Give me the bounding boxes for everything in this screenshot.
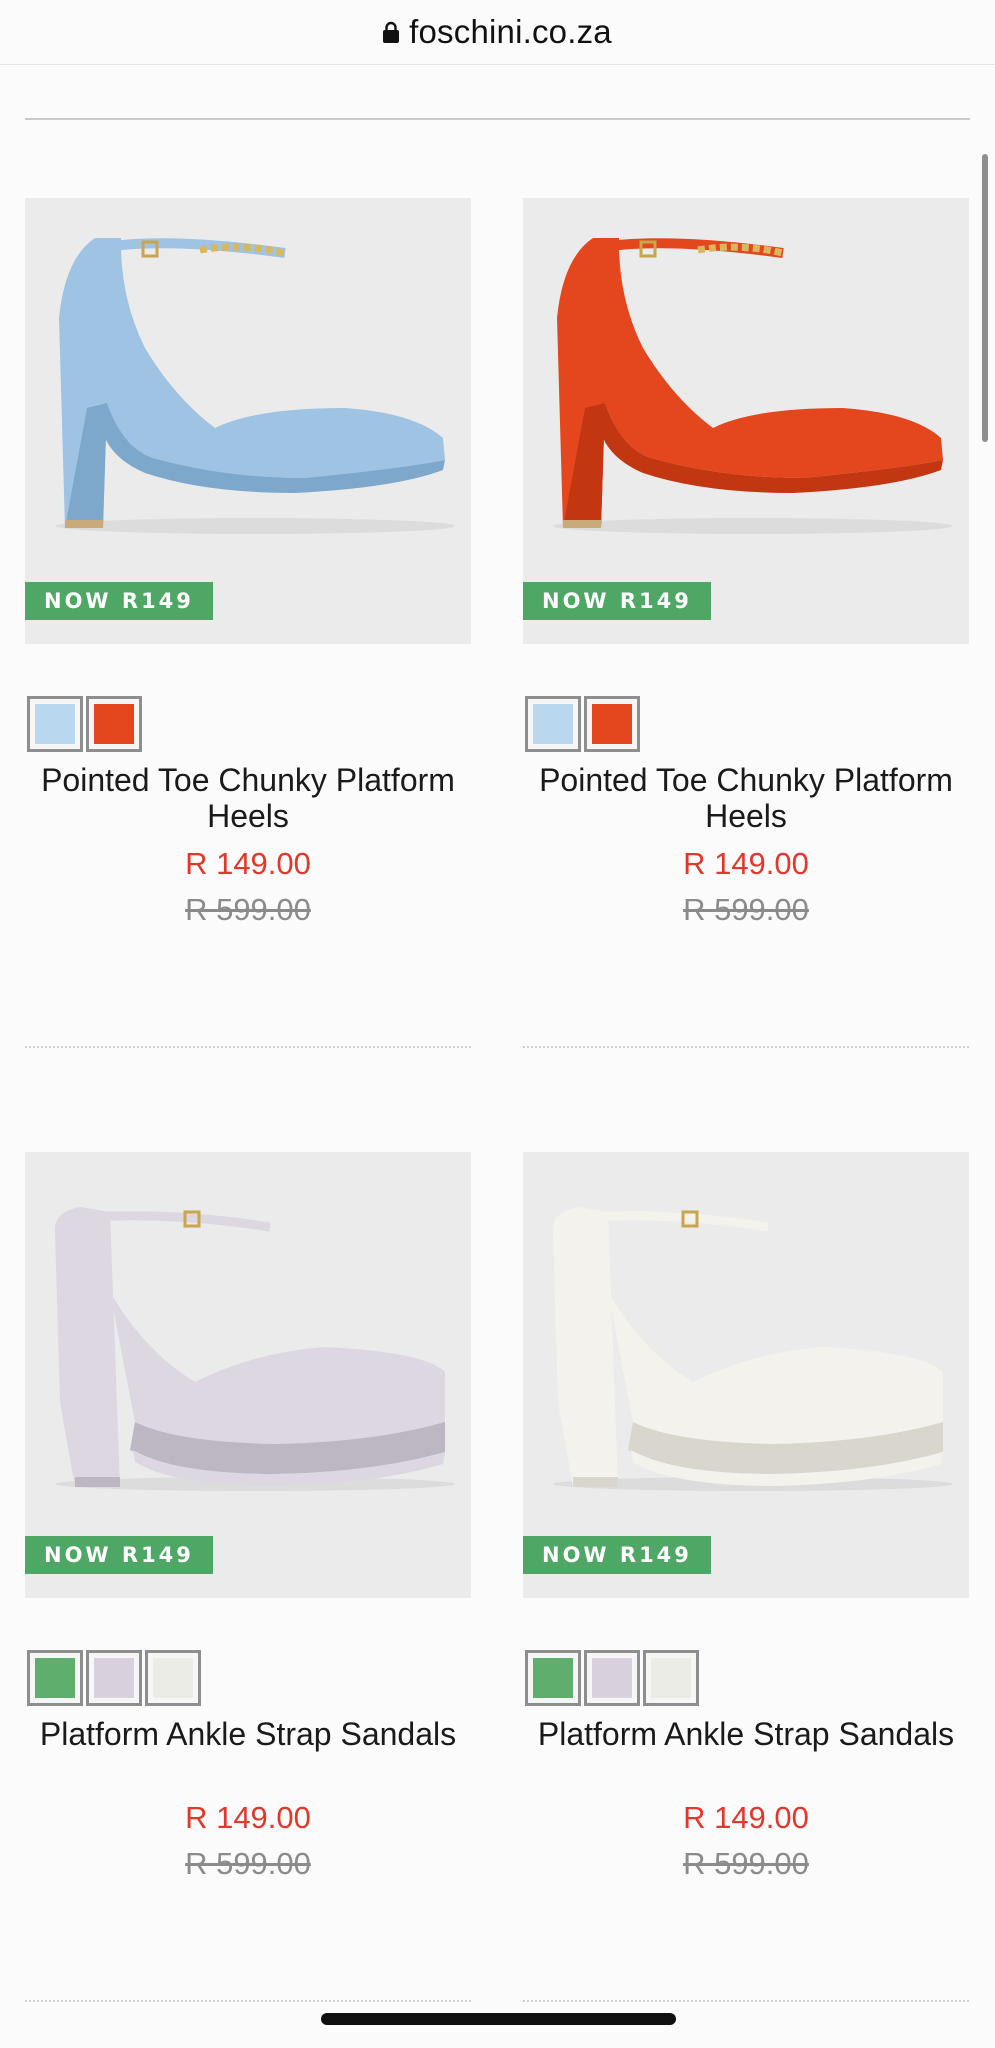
color-swatches	[27, 696, 142, 752]
color-swatch[interactable]	[86, 1650, 142, 1706]
product-image[interactable]: NOW R149	[523, 198, 969, 644]
home-indicator	[321, 2013, 676, 2025]
card-divider	[523, 1046, 969, 1048]
color-swatch[interactable]	[27, 696, 83, 752]
color-swatch[interactable]	[643, 1650, 699, 1706]
browser-url-bar[interactable]: foschini.co.za	[0, 0, 995, 65]
sale-price: R 149.00	[185, 846, 311, 881]
color-swatch[interactable]	[584, 696, 640, 752]
product-image[interactable]: NOW R149	[25, 198, 471, 644]
product-title[interactable]: Pointed Toe Chunky Platform Heels	[25, 762, 471, 834]
sale-price: R 149.00	[683, 846, 809, 881]
product-image[interactable]: NOW R149	[25, 1152, 471, 1598]
promo-badge: NOW R149	[25, 1536, 213, 1574]
product-title[interactable]: Platform Ankle Strap Sandals	[523, 1716, 969, 1752]
original-price: R 599.00	[683, 1846, 809, 1881]
sale-price: R 149.00	[185, 1800, 311, 1835]
promo-badge: NOW R149	[523, 1536, 711, 1574]
color-swatch[interactable]	[525, 696, 581, 752]
card-divider	[25, 2000, 471, 2002]
lock-icon	[383, 21, 400, 43]
promo-badge: NOW R149	[523, 582, 711, 620]
color-swatch[interactable]	[525, 1650, 581, 1706]
sale-price: R 149.00	[683, 1800, 809, 1835]
color-swatch[interactable]	[27, 1650, 83, 1706]
card-divider	[523, 2000, 969, 2002]
product-title[interactable]: Platform Ankle Strap Sandals	[25, 1716, 471, 1752]
section-divider	[25, 118, 970, 120]
color-swatch[interactable]	[145, 1650, 201, 1706]
color-swatch[interactable]	[86, 696, 142, 752]
color-swatch[interactable]	[584, 1650, 640, 1706]
product-title[interactable]: Pointed Toe Chunky Platform Heels	[523, 762, 969, 834]
color-swatches	[27, 1650, 201, 1706]
url-text: foschini.co.za	[409, 13, 612, 50]
original-price: R 599.00	[683, 892, 809, 927]
card-divider	[25, 1046, 471, 1048]
color-swatches	[525, 696, 640, 752]
product-image[interactable]: NOW R149	[523, 1152, 969, 1598]
scrollbar[interactable]	[982, 154, 988, 442]
color-swatches	[525, 1650, 699, 1706]
promo-badge: NOW R149	[25, 582, 213, 620]
original-price: R 599.00	[185, 892, 311, 927]
original-price: R 599.00	[185, 1846, 311, 1881]
